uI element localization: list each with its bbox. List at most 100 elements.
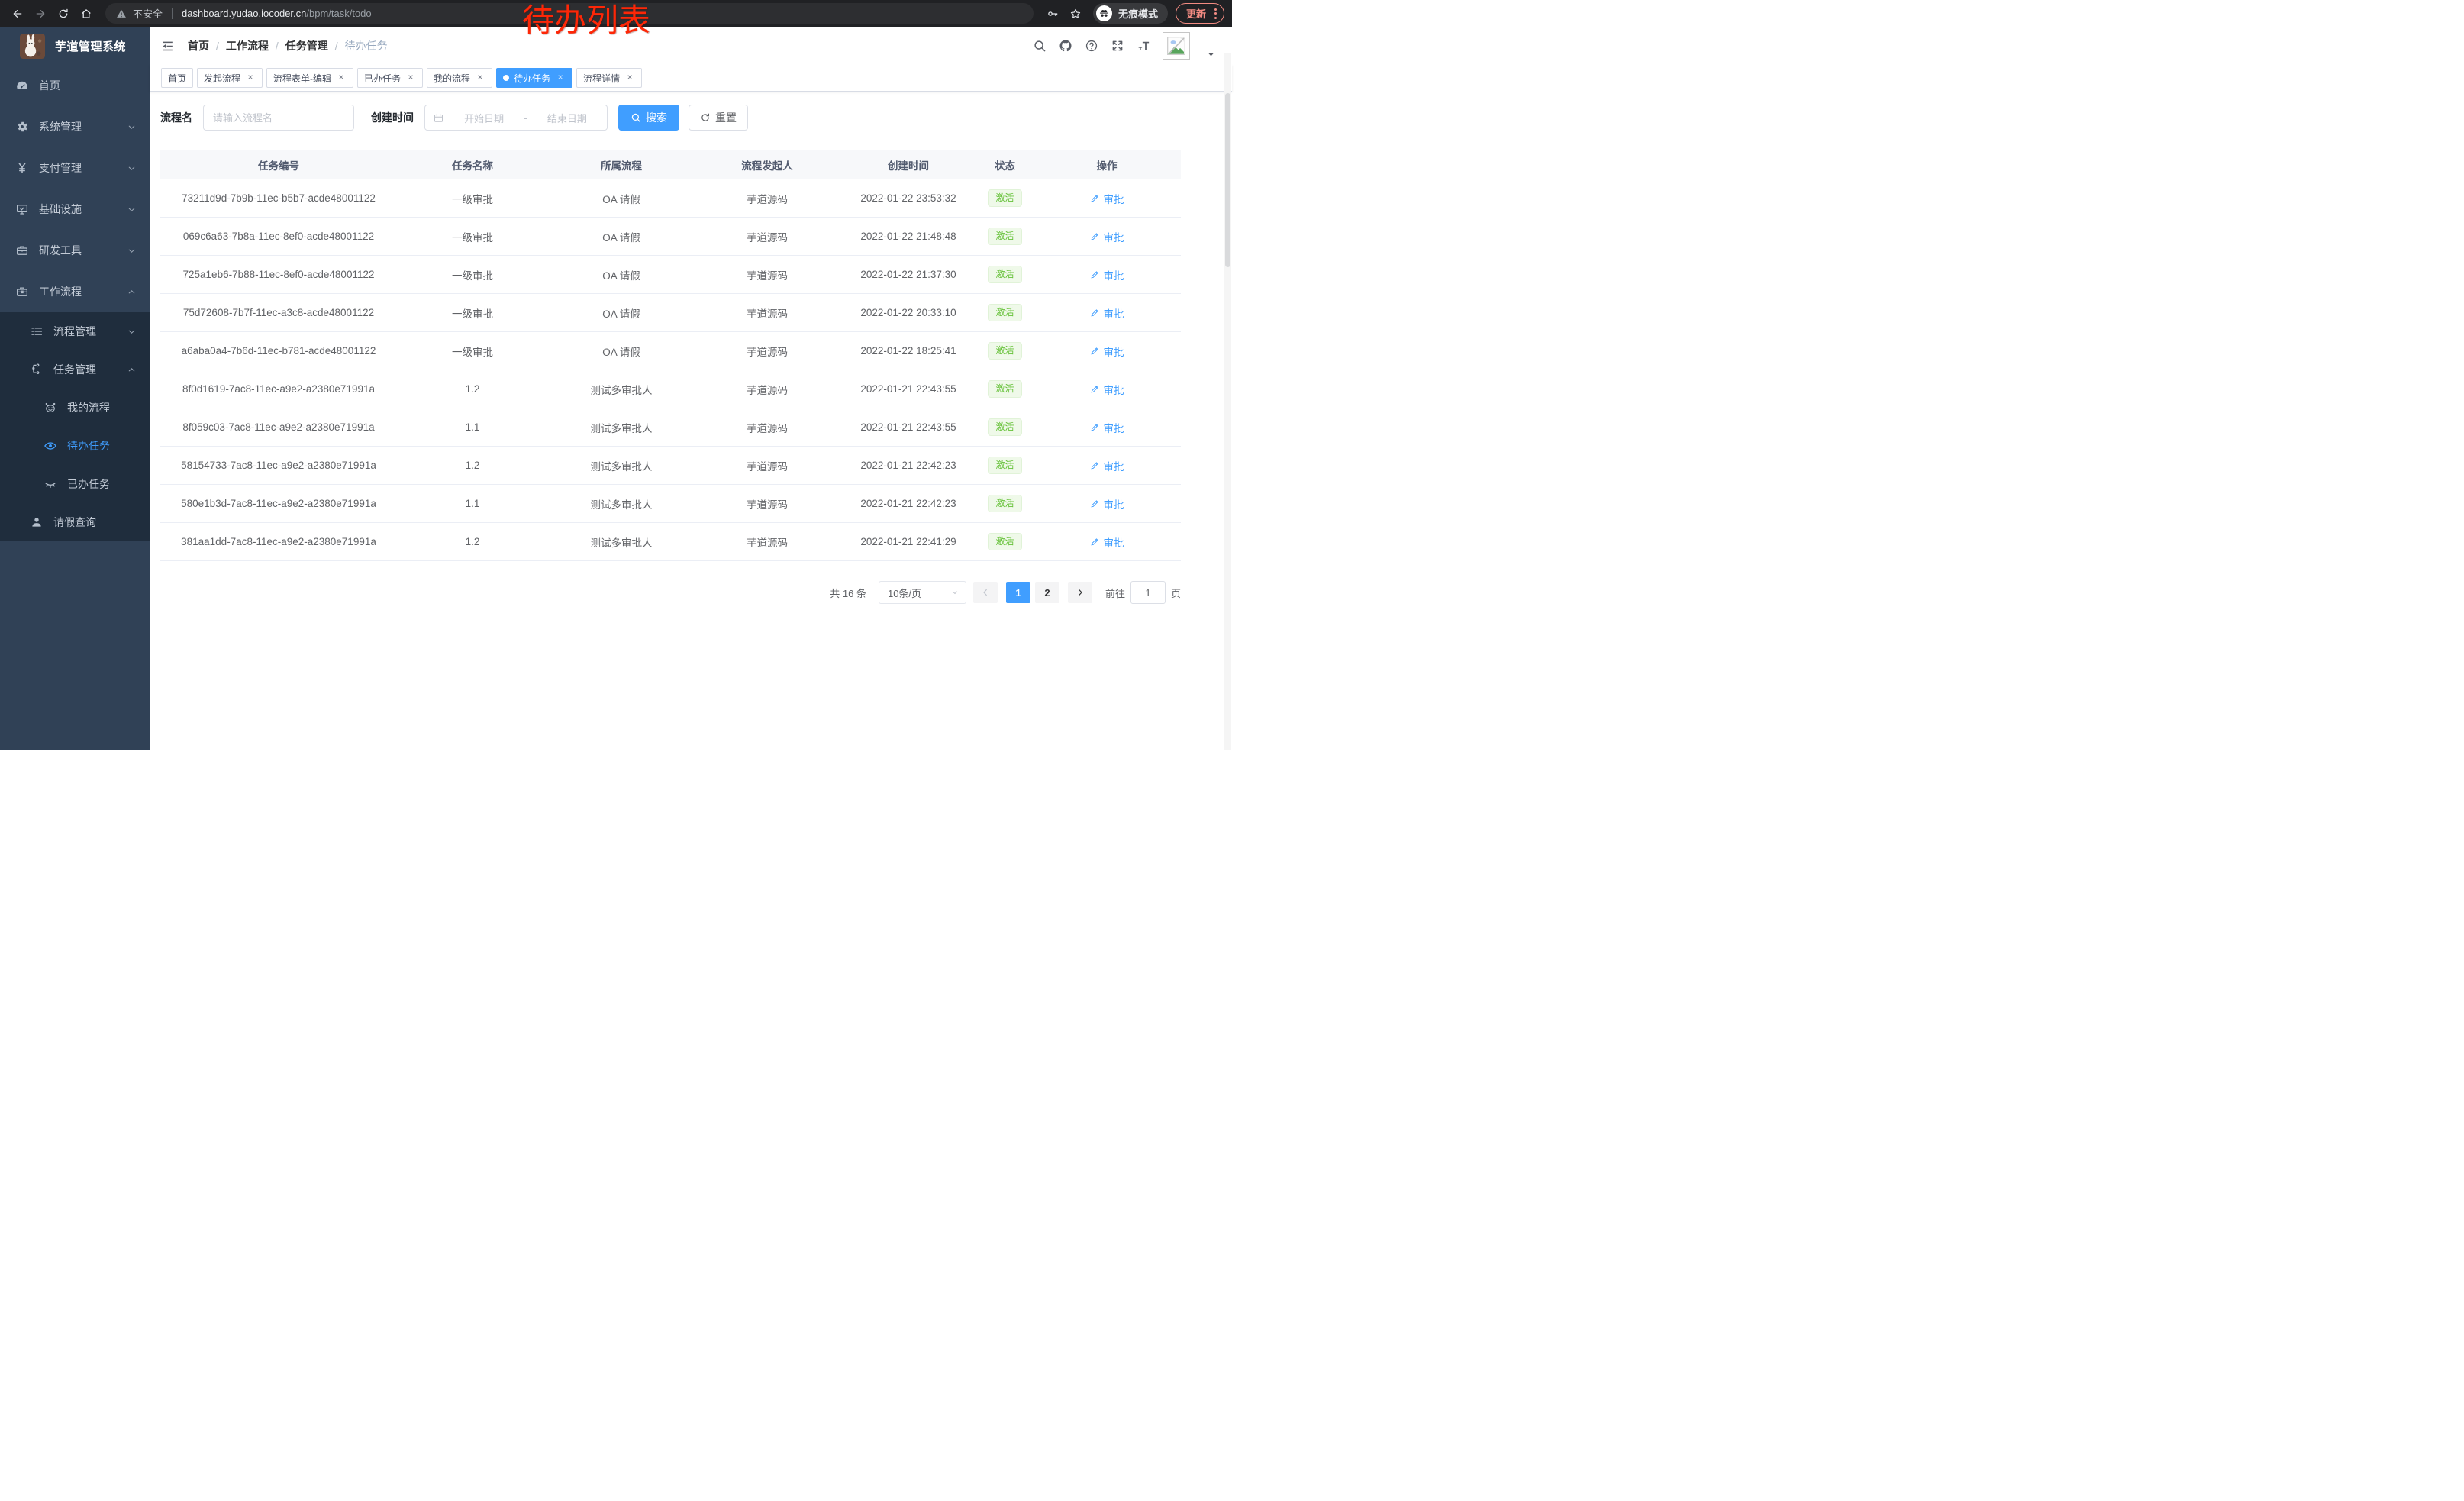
breadcrumb-item[interactable]: 任务管理 (285, 38, 328, 53)
breadcrumb-item[interactable]: 首页 (188, 38, 209, 53)
page-content: 流程名 创建时间 开始日期 - 结束日期 搜索 重置 (150, 92, 1232, 604)
cell-status: 激活 (977, 370, 1033, 408)
reset-button[interactable]: 重置 (689, 105, 748, 131)
reload-icon[interactable] (53, 4, 73, 24)
cell-action: 审批 (1033, 485, 1181, 523)
help-icon[interactable] (1085, 39, 1098, 53)
table-row: 381aa1dd-7ac8-11ec-a9e2-a2380e71991a1.2测… (160, 523, 1181, 561)
home-icon[interactable] (76, 4, 96, 24)
approve-link[interactable]: 审批 (1090, 305, 1124, 321)
sidebar-item-payment[interactable]: 支付管理 (0, 147, 150, 189)
update-button[interactable]: 更新 (1176, 3, 1224, 24)
approve-link[interactable]: 审批 (1090, 267, 1124, 282)
sidebar-item-process-mgmt[interactable]: 流程管理 (0, 312, 150, 350)
scrollbar[interactable] (1224, 53, 1231, 750)
table-row: 580e1b3d-7ac8-11ec-a9e2-a2380e71991a1.1测… (160, 485, 1181, 523)
tab-流程表单-编辑[interactable]: 流程表单-编辑× (266, 68, 353, 88)
close-icon[interactable]: × (245, 73, 256, 83)
task-table: 任务编号任务名称所属流程流程发起人创建时间状态操作 73211d9d-7b9b-… (160, 150, 1181, 561)
fullscreen-icon[interactable] (1111, 39, 1124, 53)
sidebar-item-task-mgmt[interactable]: 任务管理 (0, 350, 150, 389)
key-icon[interactable] (1043, 4, 1063, 24)
page-button-1[interactable]: 1 (1006, 582, 1030, 603)
cell-process: OA 请假 (548, 332, 695, 370)
close-icon[interactable]: × (624, 73, 635, 83)
page-button-2[interactable]: 2 (1035, 582, 1059, 603)
page-size-select[interactable]: 10条/页 (879, 581, 966, 604)
star-icon[interactable] (1066, 4, 1085, 24)
tab-发起流程[interactable]: 发起流程× (197, 68, 263, 88)
process-name-input[interactable] (203, 105, 354, 131)
end-date-placeholder: 结束日期 (535, 111, 599, 125)
url-text: dashboard.yudao.iocoder.cn/bpm/task/todo (182, 8, 372, 19)
sidebar-item-todo-task[interactable]: 待办任务 (0, 427, 150, 465)
incognito-icon (1096, 5, 1112, 21)
close-icon[interactable]: × (336, 73, 347, 83)
approve-link[interactable]: 审批 (1090, 344, 1124, 359)
approve-link[interactable]: 审批 (1090, 191, 1124, 206)
sidebar-item-home[interactable]: 首页 (0, 65, 150, 106)
search-icon[interactable] (1033, 39, 1047, 53)
back-icon[interactable] (8, 4, 27, 24)
sidebar-item-devtools[interactable]: 研发工具 (0, 230, 150, 271)
tab-流程详情[interactable]: 流程详情× (576, 68, 642, 88)
github-icon[interactable] (1059, 39, 1072, 53)
sidebar-item-label: 首页 (39, 78, 60, 93)
forward-icon[interactable] (31, 4, 50, 24)
approve-link[interactable]: 审批 (1090, 534, 1124, 550)
app-logo[interactable]: 芋道管理系统 (0, 27, 150, 65)
sidebar-item-infra[interactable]: 基础设施 (0, 189, 150, 230)
prev-page-button[interactable] (973, 582, 998, 603)
font-size-icon[interactable] (1137, 39, 1150, 53)
approve-link[interactable]: 审批 (1090, 229, 1124, 244)
breadcrumb-separator: / (216, 40, 219, 52)
table-row: 725a1eb6-7b88-11ec-8ef0-acde48001122一级审批… (160, 256, 1181, 294)
table-row: 73211d9d-7b9b-11ec-b5b7-acde48001122一级审批… (160, 179, 1181, 218)
cell-name: 1.2 (397, 523, 548, 561)
avatar[interactable] (1163, 32, 1190, 60)
url-bar[interactable]: 不安全 dashboard.yudao.iocoder.cn/bpm/task/… (105, 3, 1034, 24)
sidebar-item-leave-query[interactable]: 请假查询 (0, 503, 150, 541)
sidebar-toggle-icon[interactable] (160, 39, 175, 53)
approve-link[interactable]: 审批 (1090, 382, 1124, 397)
security-label[interactable]: 不安全 (133, 6, 163, 21)
date-range-input[interactable]: 开始日期 - 结束日期 (424, 105, 608, 131)
cell-id: 73211d9d-7b9b-11ec-b5b7-acde48001122 (160, 179, 397, 218)
breadcrumb-item[interactable]: 工作流程 (226, 38, 269, 53)
close-icon[interactable]: × (405, 73, 416, 83)
cell-id: 75d72608-7b7f-11ec-a3c8-acde48001122 (160, 294, 397, 332)
scrollbar-thumb[interactable] (1225, 93, 1230, 267)
tab-待办任务[interactable]: 待办任务× (496, 68, 572, 88)
cell-process: 测试多审批人 (548, 485, 695, 523)
sidebar-item-system[interactable]: 系统管理 (0, 106, 150, 147)
search-button[interactable]: 搜索 (618, 105, 679, 131)
goto-page-input[interactable] (1130, 581, 1166, 604)
list-icon (30, 324, 44, 338)
approve-label: 审批 (1104, 382, 1124, 397)
sidebar-item-done-task[interactable]: 已办任务 (0, 465, 150, 503)
yen-icon (15, 161, 29, 175)
tab-已办任务[interactable]: 已办任务× (357, 68, 423, 88)
avatar-caret-icon[interactable] (1207, 50, 1215, 59)
close-icon[interactable]: × (555, 73, 566, 83)
edit-icon (1090, 193, 1100, 203)
chevron-down-icon (127, 205, 137, 215)
approve-link[interactable]: 审批 (1090, 458, 1124, 473)
next-page-button[interactable] (1068, 582, 1092, 603)
cell-name: 一级审批 (397, 256, 548, 294)
approve-label: 审批 (1104, 229, 1124, 244)
tab-首页[interactable]: 首页 (161, 68, 193, 88)
approve-label: 审批 (1104, 267, 1124, 282)
sidebar-item-workflow[interactable]: 工作流程 (0, 271, 150, 312)
cell-process: 测试多审批人 (548, 370, 695, 408)
approve-link[interactable]: 审批 (1090, 420, 1124, 435)
cell-process: OA 请假 (548, 179, 695, 218)
tab-我的流程[interactable]: 我的流程× (427, 68, 492, 88)
approve-link[interactable]: 审批 (1090, 496, 1124, 512)
sidebar-item-my-process[interactable]: 我的流程 (0, 389, 150, 427)
monitor-icon (15, 202, 29, 216)
kebab-menu-icon[interactable] (1213, 7, 1218, 21)
incognito-label: 无痕模式 (1118, 6, 1158, 21)
close-icon[interactable]: × (475, 73, 485, 83)
cell-action: 审批 (1033, 218, 1181, 256)
